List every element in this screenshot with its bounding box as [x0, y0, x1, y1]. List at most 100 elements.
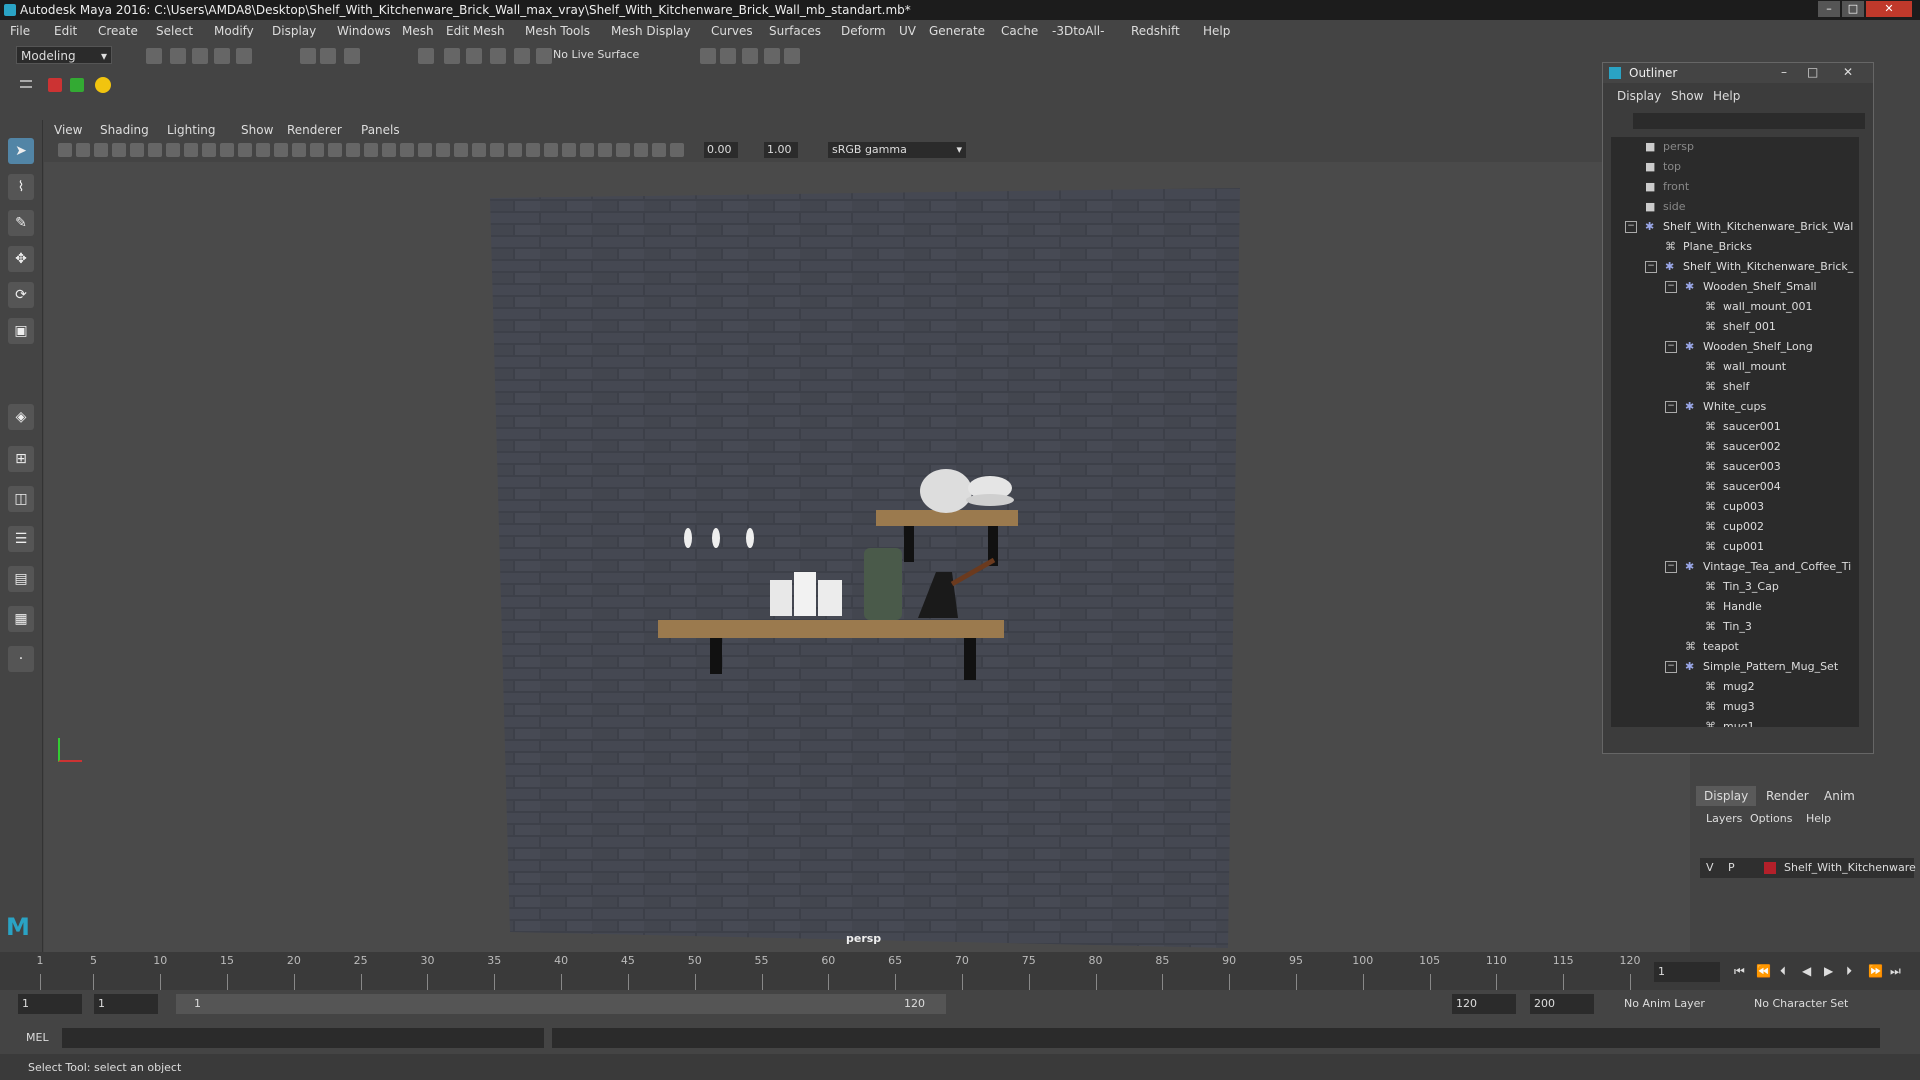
viewport-tool-icon[interactable]: [94, 143, 108, 157]
toolbar-tool-icon[interactable]: [444, 48, 460, 64]
outliner-search-input[interactable]: [1633, 113, 1865, 129]
viewport-menu-view[interactable]: View: [54, 123, 82, 137]
toolbar-tool-icon[interactable]: [784, 48, 800, 64]
step-back-frame-icon[interactable]: ⏴: [1780, 964, 1786, 979]
menu-create[interactable]: Create: [98, 24, 138, 38]
toolbar-tool-icon[interactable]: [514, 48, 530, 64]
time-ruler[interactable]: 1 5 10 15 20 25 30 35 40 45 50 55 60 65 70 75 80 85 90 95 10…: [30, 952, 1641, 990]
outliner-maximize-button[interactable]: □: [1807, 65, 1818, 79]
menu-edit-mesh[interactable]: Edit Mesh: [446, 24, 505, 38]
go-to-end-icon[interactable]: ⏭: [1890, 964, 1901, 979]
viewport-tool-icon[interactable]: [328, 143, 342, 157]
playback-start-field[interactable]: 1: [94, 994, 158, 1014]
options-menu[interactable]: Options: [1750, 812, 1792, 825]
menu-display[interactable]: Display: [272, 24, 316, 38]
viewport-tool-icon[interactable]: [310, 143, 324, 157]
outliner-layout-icon[interactable]: ▤: [8, 566, 34, 592]
menu-mesh[interactable]: Mesh: [402, 24, 434, 38]
viewport-tool-icon[interactable]: [598, 143, 612, 157]
command-language-label[interactable]: MEL: [26, 1031, 49, 1044]
menu-deform[interactable]: Deform: [841, 24, 886, 38]
toolbar-tool-icon[interactable]: [466, 48, 482, 64]
viewport-tool-icon[interactable]: [400, 143, 414, 157]
menu-windows[interactable]: Windows: [337, 24, 391, 38]
viewport-tool-icon[interactable]: [472, 143, 486, 157]
lasso-tool-icon[interactable]: ⌇: [8, 174, 34, 200]
toolbar-tool-icon[interactable]: [720, 48, 736, 64]
perspective-viewport[interactable]: persp: [44, 162, 1690, 952]
end-frame-field[interactable]: 200: [1530, 994, 1594, 1014]
exposure-field[interactable]: 0.00: [704, 142, 738, 158]
select-tool-icon[interactable]: ➤: [8, 138, 34, 164]
viewport-tool-icon[interactable]: [292, 143, 306, 157]
help-menu[interactable]: Help: [1806, 812, 1831, 825]
viewport-tool-icon[interactable]: [346, 143, 360, 157]
single-layout-icon[interactable]: ◈: [8, 404, 34, 430]
collapse-toggle-icon[interactable]: −: [1625, 221, 1637, 233]
paint-select-icon[interactable]: ✎: [8, 210, 34, 236]
viewport-tool-icon[interactable]: [220, 143, 234, 157]
play-back-icon[interactable]: ◀: [1802, 964, 1811, 978]
toolbar-tool-icon[interactable]: [418, 48, 434, 64]
viewport-tool-icon[interactable]: [544, 143, 558, 157]
toolbar-tool-icon[interactable]: [192, 48, 208, 64]
menu-mesh-display[interactable]: Mesh Display: [611, 24, 691, 38]
viewport-tool-icon[interactable]: [436, 143, 450, 157]
viewport-tool-icon[interactable]: [670, 143, 684, 157]
toolbar-tool-icon[interactable]: [344, 48, 360, 64]
collapse-icon[interactable]: ·: [8, 646, 34, 672]
collapse-toggle-icon[interactable]: −: [1665, 661, 1677, 673]
step-back-key-icon[interactable]: ⏪: [1756, 964, 1771, 978]
tab-render[interactable]: Render: [1758, 786, 1817, 806]
sun-light-icon[interactable]: [95, 77, 111, 93]
menu-cache[interactable]: Cache: [1001, 24, 1038, 38]
viewport-tool-icon[interactable]: [76, 143, 90, 157]
menu-uv[interactable]: UV: [899, 24, 916, 38]
menu-modify[interactable]: Modify: [214, 24, 254, 38]
menu-set-select[interactable]: Modeling ▾: [16, 46, 112, 64]
viewport-tool-icon[interactable]: [166, 143, 180, 157]
outliner-close-button[interactable]: ✕: [1843, 65, 1853, 79]
viewport-menu-panels[interactable]: Panels: [361, 123, 400, 137]
collapse-toggle-icon[interactable]: −: [1665, 281, 1677, 293]
viewport-menu-renderer[interactable]: Renderer: [287, 123, 342, 137]
toolbar-tool-icon[interactable]: [320, 48, 336, 64]
viewport-tool-icon[interactable]: [490, 143, 504, 157]
viewport-tool-icon[interactable]: [382, 143, 396, 157]
grid-layout-icon[interactable]: ▦: [8, 606, 34, 632]
menu-edit[interactable]: Edit: [54, 24, 77, 38]
scale-tool-icon[interactable]: ▣: [8, 318, 34, 344]
outliner-minimize-button[interactable]: –: [1781, 65, 1787, 79]
viewport-menu-shading[interactable]: Shading: [100, 123, 149, 137]
viewport-tool-icon[interactable]: [202, 143, 216, 157]
toolbar-tool-icon[interactable]: [146, 48, 162, 64]
viewport-tool-icon[interactable]: [112, 143, 126, 157]
viewport-tool-icon[interactable]: [454, 143, 468, 157]
toolbar-tool-icon[interactable]: [490, 48, 506, 64]
viewport-tool-icon[interactable]: [652, 143, 666, 157]
move-tool-icon[interactable]: ✥: [8, 246, 34, 272]
toolbar-tool-icon[interactable]: [764, 48, 780, 64]
toolbar-tool-icon[interactable]: [236, 48, 252, 64]
viewport-tool-icon[interactable]: [256, 143, 270, 157]
step-forward-key-icon[interactable]: ⏩: [1868, 964, 1883, 978]
menu-3dtoall[interactable]: -3DtoAll-: [1052, 24, 1104, 38]
step-forward-frame-icon[interactable]: ⏵: [1846, 964, 1852, 979]
viewport-tool-icon[interactable]: [508, 143, 522, 157]
viewport-tool-icon[interactable]: [526, 143, 540, 157]
viewport-tool-icon[interactable]: [148, 143, 162, 157]
toolbar-tool-icon[interactable]: [742, 48, 758, 64]
viewport-tool-icon[interactable]: [418, 143, 432, 157]
tab-display[interactable]: Display: [1696, 786, 1757, 806]
outliner-menu-help[interactable]: Help: [1713, 89, 1740, 103]
four-layout-icon[interactable]: ⊞: [8, 446, 34, 472]
layer-row[interactable]: V P Shelf_With_Kitchenware: [1700, 858, 1916, 878]
viewport-menu-lighting[interactable]: Lighting: [167, 123, 216, 137]
menu-redshift[interactable]: Redshift: [1131, 24, 1180, 38]
viewport-menu-show[interactable]: Show: [241, 123, 273, 137]
start-frame-field[interactable]: 1: [18, 994, 82, 1014]
toolbar-tool-icon[interactable]: [170, 48, 186, 64]
minimize-button[interactable]: –: [1818, 1, 1840, 17]
viewport-tool-icon[interactable]: [58, 143, 72, 157]
viewport-tool-icon[interactable]: [364, 143, 378, 157]
